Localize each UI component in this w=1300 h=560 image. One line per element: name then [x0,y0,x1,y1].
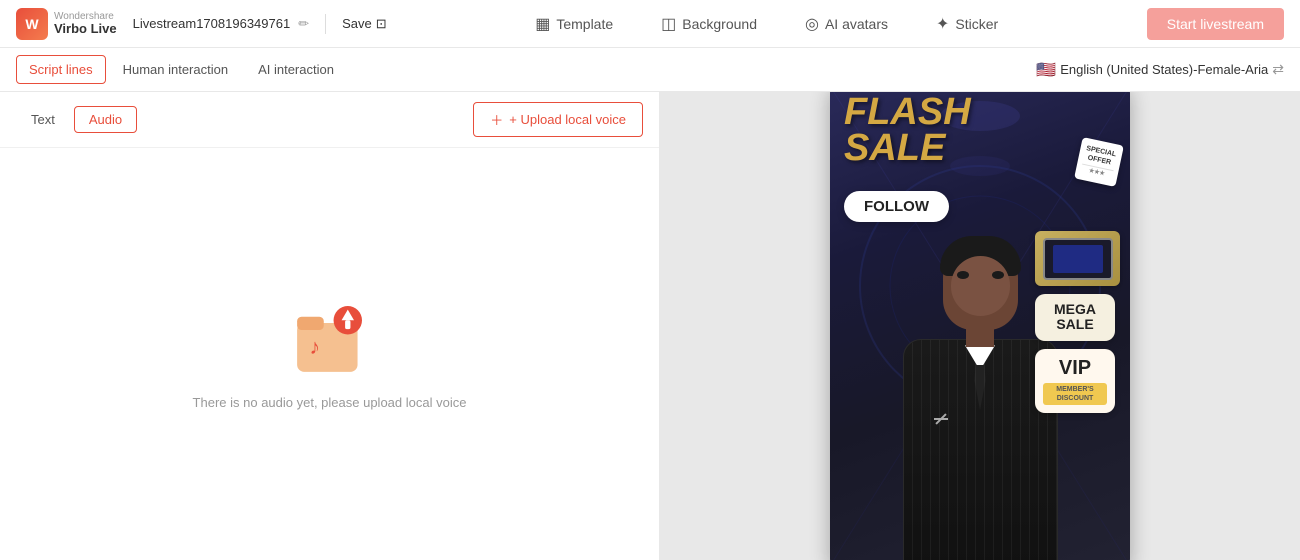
top-nav-center: ▦ Template ◫ Background ◎ AI avatars ✦ S… [527,10,1006,38]
vip-label: VIP [1043,357,1107,380]
upload-label: + Upload local voice [509,112,626,127]
background-icon: ◫ [661,14,676,34]
vip-card: VIP MEMBER'SDISCOUNT [1035,349,1115,413]
audio-empty-illustration: ♪ [290,296,370,381]
right-panel-preview: FLASH SALE SPECIAL OFFER ★★★ FOLLOW [660,92,1300,560]
save-button[interactable]: Save ⊡ [342,16,387,32]
sub-tab-text[interactable]: Text [16,106,70,133]
sale-text: SALE [844,130,971,166]
sale-cards-container: MEGA SALE VIP MEMBER'SDISCOUNT [1035,231,1120,413]
logo-area: W Wondershare Virbo Live [16,8,117,40]
left-panel: Text Audio ＋ + Upload local voice [0,92,660,560]
flag-icon: 🇺🇸 [1036,60,1056,80]
product-image [1035,231,1120,286]
follow-badge: FOLLOW [844,191,949,222]
special-offer-badge: SPECIAL OFFER ★★★ [1074,137,1124,187]
divider [325,14,326,34]
logo-product: Virbo Live [54,22,117,36]
nav-ai-avatars[interactable]: ◎ AI avatars [797,10,896,38]
flash-text: FLASH [844,94,971,130]
start-livestream-button[interactable]: Start livestream [1147,8,1284,40]
person-head [943,241,1018,330]
ai-avatars-label: AI avatars [825,16,888,32]
empty-audio-state: ♪ There is no audio yet, please upload l… [0,148,659,560]
sub-tab-audio[interactable]: Audio [74,106,137,133]
tab-human-interaction[interactable]: Human interaction [110,55,242,84]
tab-ai-interaction[interactable]: AI interaction [245,55,347,84]
top-navigation-bar: W Wondershare Virbo Live Livestream17081… [0,0,1300,48]
secondary-navigation: Script lines Human interaction AI intera… [0,48,1300,92]
background-label: Background [682,16,757,32]
project-name: Livestream1708196349761 [133,16,291,31]
save-icon: ⊡ [376,16,387,32]
empty-audio-message: There is no audio yet, please upload loc… [193,395,467,410]
save-label: Save [342,16,372,31]
svg-text:♪: ♪ [309,335,320,359]
language-label: English (United States)-Female-Aria [1060,62,1268,77]
tab-script-lines[interactable]: Script lines [16,55,106,84]
upload-plus-icon: ＋ [490,110,503,129]
ai-avatars-icon: ◎ [805,14,819,34]
nav-template[interactable]: ▦ Template [527,10,621,38]
flash-sale-header: FLASH SALE [844,94,971,166]
members-discount-label: MEMBER'SDISCOUNT [1043,383,1107,405]
edit-project-icon[interactable]: ✏ [298,16,309,32]
top-bar-left: W Wondershare Virbo Live Livestream17081… [16,8,387,40]
language-selector[interactable]: 🇺🇸 English (United States)-Female-Aria ⇄ [1036,60,1284,80]
sale-label: SALE [1043,317,1107,332]
nav-background[interactable]: ◫ Background [653,10,765,38]
main-content: Text Audio ＋ + Upload local voice [0,92,1300,560]
mega-sale-card: MEGA SALE [1035,294,1115,341]
mega-label: MEGA [1043,302,1107,317]
sticker-label: Sticker [955,16,998,32]
preview-card: FLASH SALE SPECIAL OFFER ★★★ FOLLOW [830,92,1130,560]
template-label: Template [556,16,613,32]
sticker-icon: ✦ [936,14,949,34]
template-icon: ▦ [535,14,550,34]
logo-text: Wondershare Virbo Live [54,11,117,36]
nav-sticker[interactable]: ✦ Sticker [928,10,1006,38]
swap-icon: ⇄ [1272,61,1284,78]
upload-local-voice-button[interactable]: ＋ + Upload local voice [473,102,643,137]
language-selector-area: 🇺🇸 English (United States)-Female-Aria ⇄ [1036,60,1284,80]
app-logo-icon: W [16,8,48,40]
audio-illustration: ♪ [290,299,370,379]
